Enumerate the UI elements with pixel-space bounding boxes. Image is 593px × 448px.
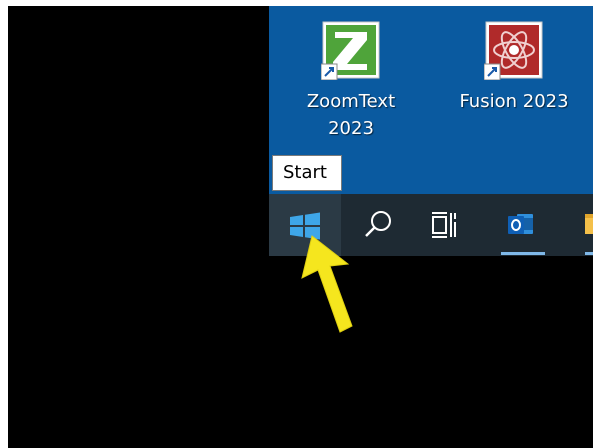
zoomtext-label-line1: ZoomText [306,91,396,112]
desktop-icon-fusion[interactable]: Fusion 2023 [454,6,574,156]
desktop-icon-label: Fusion 2023 [459,91,569,112]
zoomtext-z-icon [320,20,381,81]
outlook-taskbar-button[interactable] [483,194,563,256]
yellow-pointer-arrow-icon [290,222,370,352]
desktop-icon-label: ZoomText 2023 [291,88,411,142]
desktop-icon-zoomtext[interactable]: ZoomText 2023 [291,6,411,156]
active-indicator [585,252,593,255]
task-view-button[interactable] [413,194,483,256]
zoomtext-label-line2: 2023 [328,118,374,139]
file-explorer-taskbar-button[interactable] [563,194,593,256]
active-indicator [501,252,545,255]
fusion-atom-icon [483,20,544,81]
start-tooltip: Start [272,155,342,191]
screenshot-canvas: ZoomText 2023 Fusion 2023 Start [0,0,593,448]
